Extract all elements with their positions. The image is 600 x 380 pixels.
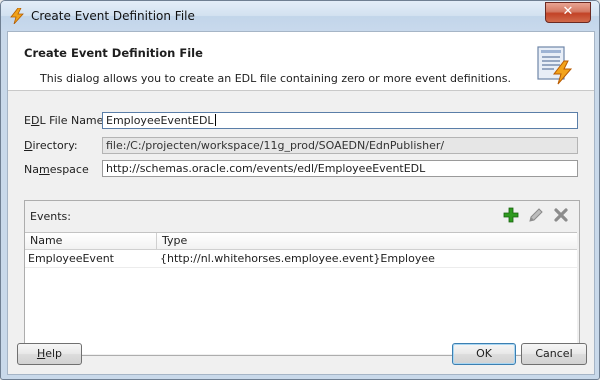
column-header-name[interactable]: Name [25, 233, 157, 250]
text-caret [214, 114, 216, 126]
header-title: Create Event Definition File [24, 46, 203, 60]
column-header-type[interactable]: Type [157, 233, 577, 250]
edl-file-name-input[interactable]: EmployeeEventEDL [102, 112, 578, 129]
close-icon: ✕ [562, 4, 574, 19]
events-panel: Events: Name Type EmployeeEvent {http://… [24, 200, 580, 356]
directory-field: file:/C:/projecten/workspace/11g_prod/SO… [102, 137, 578, 154]
event-type-cell: {http://nl.whitehorses.employee.event}Em… [160, 252, 435, 265]
event-name-cell: EmployeeEvent [28, 252, 114, 265]
lightning-icon [10, 8, 24, 24]
namespace-label: Namespace [24, 163, 89, 176]
add-icon[interactable] [502, 206, 520, 224]
dialog-header: Create Event Definition File This dialog… [8, 32, 594, 91]
dialog-body: Create Event Definition File This dialog… [7, 31, 595, 375]
event-document-icon [537, 46, 573, 85]
help-button[interactable]: Help [17, 343, 82, 365]
header-description: This dialog allows you to create an EDL … [40, 72, 511, 85]
window-title: Create Event Definition File [31, 9, 195, 23]
cancel-button[interactable]: Cancel [521, 343, 587, 365]
directory-label: Directory: [24, 139, 78, 152]
edit-icon[interactable] [527, 206, 545, 224]
ok-button[interactable]: OK [452, 343, 516, 365]
delete-icon[interactable] [552, 206, 570, 224]
dialog-window: Create Event Definition File ✕ Create Ev… [0, 0, 600, 380]
events-label: Events: [30, 210, 71, 223]
events-table: Name Type EmployeeEvent {http://nl.white… [25, 232, 577, 354]
row-divider [25, 267, 577, 268]
namespace-input[interactable]: http://schemas.oracle.com/events/edl/Emp… [102, 160, 578, 177]
title-bar[interactable]: Create Event Definition File ✕ [1, 1, 599, 31]
edl-file-name-label: EDL File Name: [24, 114, 108, 127]
close-button[interactable]: ✕ [545, 2, 591, 23]
